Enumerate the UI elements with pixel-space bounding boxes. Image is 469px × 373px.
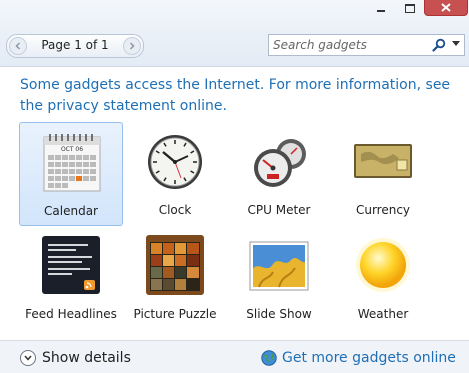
chevron-down-icon	[20, 350, 36, 366]
minimize-icon	[377, 10, 385, 12]
gadget-label: Slide Show	[246, 307, 312, 321]
gadget-currency[interactable]: Currency	[331, 122, 435, 226]
svg-text:OCT 06: OCT 06	[61, 146, 83, 153]
page-navigator: Page 1 of 1	[6, 34, 144, 58]
bottom-bar: Show details Get more gadgets online	[0, 340, 469, 373]
search-input[interactable]	[273, 37, 423, 53]
privacy-notice-link[interactable]: Some gadgets access the Internet. For mo…	[20, 75, 460, 117]
cpu-meter-icon	[254, 139, 306, 187]
gadget-clock[interactable]: Clock	[123, 122, 227, 226]
chevron-left-icon	[15, 42, 21, 50]
get-more-gadgets-link[interactable]: Get more gadgets online	[261, 350, 456, 366]
gadget-slide-show[interactable]: Slide Show	[227, 226, 331, 330]
toolbar: Page 1 of 1	[0, 18, 469, 67]
gadget-cpu-meter[interactable]: CPU Meter	[227, 122, 331, 226]
search-options-dropdown[interactable]	[452, 41, 460, 46]
close-button[interactable]	[424, 0, 468, 16]
clock-icon	[148, 135, 202, 189]
search-box	[268, 34, 465, 56]
gadget-label: Picture Puzzle	[133, 307, 217, 321]
show-details-label: Show details	[42, 350, 131, 366]
maximize-button[interactable]	[397, 0, 423, 16]
get-more-gadgets-label: Get more gadgets online	[282, 350, 456, 366]
feed-headlines-icon	[42, 236, 100, 294]
gadget-weather[interactable]: Weather	[331, 226, 435, 330]
gadget-label: Weather	[357, 307, 409, 321]
maximize-icon	[405, 3, 415, 13]
close-icon	[441, 3, 451, 12]
gadget-feed-headlines[interactable]: Feed Headlines	[19, 226, 123, 330]
slide-show-icon	[249, 241, 309, 291]
page-indicator: Page 1 of 1	[41, 38, 109, 52]
gadget-calendar[interactable]: OCT 06 Calendar	[19, 122, 123, 226]
globe-icon	[261, 350, 277, 366]
search-icon[interactable]	[432, 38, 446, 52]
gadget-label: Clock	[158, 203, 192, 217]
gadget-label: Calendar	[44, 204, 98, 218]
minimize-button[interactable]	[366, 0, 396, 16]
next-page-button[interactable]	[123, 37, 141, 55]
currency-icon	[354, 144, 412, 178]
gadget-label: Currency	[355, 203, 411, 217]
picture-puzzle-icon	[146, 235, 204, 295]
chevron-right-icon	[129, 42, 135, 50]
gadget-picture-puzzle[interactable]: Picture Puzzle	[123, 226, 227, 330]
gadget-label: CPU Meter	[247, 203, 311, 217]
gadget-label: Feed Headlines	[25, 307, 117, 321]
previous-page-button[interactable]	[9, 37, 27, 55]
calendar-icon: OCT 06	[43, 134, 101, 192]
title-bar	[0, 0, 469, 18]
weather-icon	[356, 238, 410, 292]
show-details-toggle[interactable]: Show details	[20, 350, 131, 366]
